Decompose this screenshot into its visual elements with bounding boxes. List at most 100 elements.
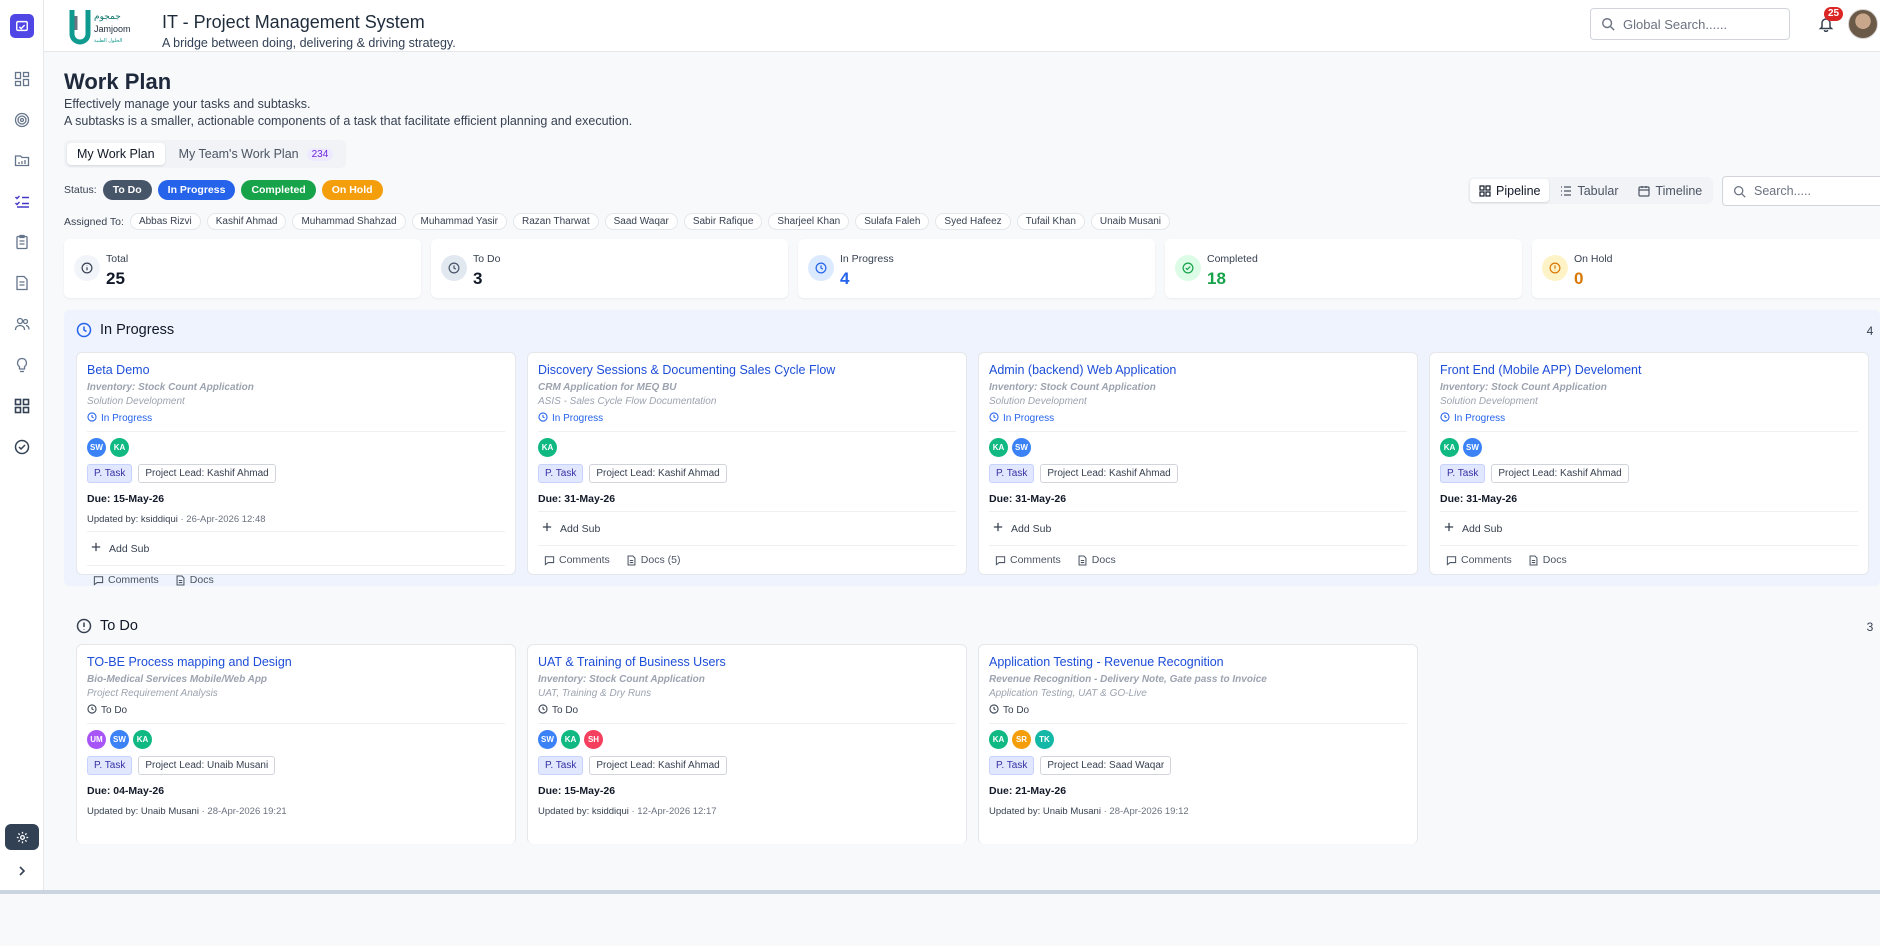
divider: [87, 531, 505, 532]
stat-label: In Progress: [840, 253, 894, 265]
global-search-input[interactable]: Global Search......: [1590, 8, 1790, 40]
avatar[interactable]: SH: [584, 730, 603, 749]
avatar[interactable]: KA: [1440, 438, 1459, 457]
work-plan-search-input[interactable]: Search.....: [1722, 176, 1880, 206]
assignee-chip[interactable]: Sulafa Faleh: [855, 213, 930, 230]
assignee-chip[interactable]: Sharjeel Khan: [768, 213, 850, 230]
task-card[interactable]: Application Testing - Revenue Recognitio…: [978, 644, 1418, 844]
avatar[interactable]: KA: [989, 730, 1008, 749]
assignee-chip[interactable]: Abbas Rizvi: [129, 213, 201, 230]
user-avatar[interactable]: [1848, 9, 1878, 39]
comments-button[interactable]: Comments: [1446, 554, 1512, 566]
avatar[interactable]: KA: [561, 730, 580, 749]
add-sub-button[interactable]: Add Sub: [538, 522, 956, 535]
assignee-chip[interactable]: Saad Waqar: [604, 213, 678, 230]
status-filter-in-progress[interactable]: In Progress: [157, 180, 236, 200]
status-filter-completed[interactable]: Completed: [241, 180, 316, 200]
avatar[interactable]: UM: [87, 730, 106, 749]
docs-button[interactable]: Docs (5): [626, 554, 680, 566]
tasks-icon[interactable]: [11, 190, 33, 212]
svg-text:الحلول الطبية: الحلول الطبية: [94, 38, 122, 44]
status-label: Status:: [64, 184, 97, 196]
due-date: Due: 15-May-26: [538, 785, 616, 797]
status-filter-todo[interactable]: To Do: [102, 180, 152, 200]
status-text: To Do: [101, 705, 128, 716]
stat-card-completed[interactable]: Completed 18: [1165, 239, 1522, 298]
app-subtitle: A bridge between doing, delivering & dri…: [162, 36, 456, 50]
document-icon[interactable]: [11, 272, 33, 294]
task-card[interactable]: Discovery Sessions & Documenting Sales C…: [527, 352, 967, 575]
task-title[interactable]: Application Testing - Revenue Recognitio…: [989, 655, 1407, 669]
app-home-icon[interactable]: [10, 14, 34, 38]
stat-card-total[interactable]: Total 25: [64, 239, 421, 298]
tab-label: My Team's Work Plan: [178, 147, 299, 161]
docs-button[interactable]: Docs: [175, 574, 214, 586]
tab-my-teams-work-plan[interactable]: My Team's Work Plan 234: [169, 143, 344, 165]
comments-button[interactable]: Comments: [93, 574, 159, 586]
assignee-chip[interactable]: Tufail Khan: [1016, 213, 1085, 230]
comments-button[interactable]: Comments: [995, 554, 1061, 566]
stat-card-in-progress[interactable]: In Progress 4: [798, 239, 1155, 298]
clock-icon: [441, 255, 467, 281]
updated-by-user: Updated by: ksiddiqui: [538, 806, 629, 817]
task-card[interactable]: Front End (Mobile APP) Develoment Invento…: [1429, 352, 1869, 575]
avatar[interactable]: KA: [133, 730, 152, 749]
folder-chart-icon[interactable]: [11, 149, 33, 171]
view-timeline-button[interactable]: Timeline: [1629, 179, 1711, 202]
avatar[interactable]: SW: [1463, 438, 1482, 457]
view-pipeline-button[interactable]: Pipeline: [1470, 179, 1550, 202]
avatar[interactable]: SW: [87, 438, 106, 457]
task-title[interactable]: TO-BE Process mapping and Design: [87, 655, 505, 669]
stat-card-on-hold[interactable]: On Hold 0: [1532, 239, 1880, 298]
settings-button[interactable]: [5, 824, 39, 850]
alert-circle-icon: [76, 618, 92, 634]
task-card[interactable]: Admin (backend) Web Application Inventory…: [978, 352, 1418, 575]
project-lead-tag: Project Lead: Kashif Ahmad: [1040, 464, 1178, 483]
grid-apps-icon[interactable]: [11, 395, 33, 417]
task-card[interactable]: UAT & Training of Business Users Inventor…: [527, 644, 967, 844]
stat-card-to-do[interactable]: To Do 3: [431, 239, 788, 298]
task-card[interactable]: TO-BE Process mapping and Design Bio-Medi…: [76, 644, 516, 844]
assignee-chip[interactable]: Muhammad Yasir: [411, 213, 507, 230]
task-title[interactable]: Discovery Sessions & Documenting Sales C…: [538, 363, 956, 377]
assignee-chip[interactable]: Unaib Musani: [1090, 213, 1171, 230]
comments-button[interactable]: Comments: [544, 554, 610, 566]
target-icon[interactable]: [11, 109, 33, 131]
avatar[interactable]: TK: [1035, 730, 1054, 749]
dashboard-icon[interactable]: [11, 68, 33, 90]
add-sub-button[interactable]: Add Sub: [1440, 522, 1858, 535]
task-title[interactable]: Beta Demo: [87, 363, 505, 377]
assignee-chip[interactable]: Kashif Ahmad: [206, 213, 287, 230]
avatar[interactable]: SW: [110, 730, 129, 749]
add-sub-button[interactable]: Add Sub: [87, 542, 505, 555]
view-tabular-button[interactable]: Tabular: [1551, 179, 1627, 202]
assignee-chip[interactable]: Syed Hafeez: [935, 213, 1011, 230]
avatar[interactable]: KA: [989, 438, 1008, 457]
sidebar: [0, 0, 44, 894]
docs-button[interactable]: Docs: [1528, 554, 1567, 566]
lightbulb-icon[interactable]: [11, 354, 33, 376]
avatar[interactable]: SR: [1012, 730, 1031, 749]
tab-my-work-plan[interactable]: My Work Plan: [67, 143, 165, 165]
avatar[interactable]: SW: [538, 730, 557, 749]
assignee-chip[interactable]: Muhammad Shahzad: [292, 213, 406, 230]
status-filter-on-hold[interactable]: On Hold: [321, 180, 383, 200]
clipboard-icon[interactable]: [11, 231, 33, 253]
users-icon[interactable]: [11, 313, 33, 335]
avatar[interactable]: KA: [110, 438, 129, 457]
assignee-chip[interactable]: Sabir Rafique: [683, 213, 763, 230]
assignee-avatars: KA: [538, 438, 956, 457]
assignee-chip[interactable]: Razan Tharwat: [512, 213, 599, 230]
avatar[interactable]: KA: [538, 438, 557, 457]
bottom-scrollbar[interactable]: [0, 890, 1880, 894]
check-circle-icon[interactable]: [11, 436, 33, 458]
docs-button[interactable]: Docs: [1077, 554, 1116, 566]
task-title[interactable]: Admin (backend) Web Application: [989, 363, 1407, 377]
add-sub-button[interactable]: Add Sub: [989, 522, 1407, 535]
chevron-right-icon[interactable]: [11, 860, 33, 882]
avatar[interactable]: SW: [1012, 438, 1031, 457]
task-card[interactable]: Beta Demo Inventory: Stock Count Applicat…: [76, 352, 516, 586]
task-title[interactable]: Front End (Mobile APP) Develoment: [1440, 363, 1858, 377]
task-title[interactable]: UAT & Training of Business Users: [538, 655, 956, 669]
assigned-label: Assigned To:: [64, 215, 124, 228]
